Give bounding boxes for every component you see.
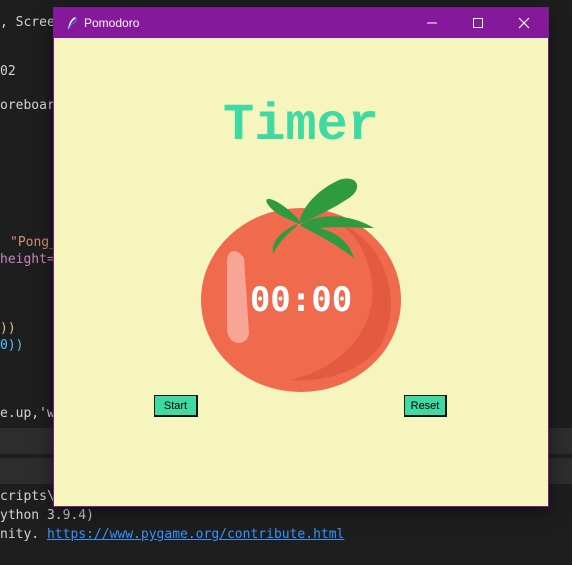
terminal-line: nity. https://www.pygame.org/contribute.… [0,526,344,544]
code-line: "Pong_ [10,235,57,250]
maximize-button[interactable] [455,8,501,38]
code-line: oreboar [0,98,55,113]
window-title: Pomodoro [84,16,140,30]
terminal-link[interactable]: https://www.pygame.org/contribute.html [47,527,344,542]
window-titlebar[interactable]: Pomodoro [54,8,548,38]
pomodoro-window: Pomodoro Timer 00:00 Start Reset [54,8,548,506]
close-button[interactable] [501,8,547,38]
minimize-icon [427,22,437,24]
minimize-button[interactable] [409,8,455,38]
timer-heading: Timer [222,96,380,155]
terminal-line: ython 3.9.4) [0,508,94,523]
terminal-text: nity. [0,527,47,542]
feather-icon [68,16,77,30]
code-line: )) [0,321,16,336]
code-line: 02 [0,64,16,79]
reset-button[interactable]: Reset [404,395,447,417]
code-line: 0)) [0,338,24,353]
start-button[interactable]: Start [154,395,198,417]
code-line: height= [0,252,55,267]
maximize-icon [473,18,483,28]
timer-display: 00:00 [249,280,353,320]
code-line: , Scree [0,15,55,30]
close-icon [518,17,530,29]
terminal-line: cripts\ [0,489,55,504]
code-line: e.up,'w [0,406,55,421]
